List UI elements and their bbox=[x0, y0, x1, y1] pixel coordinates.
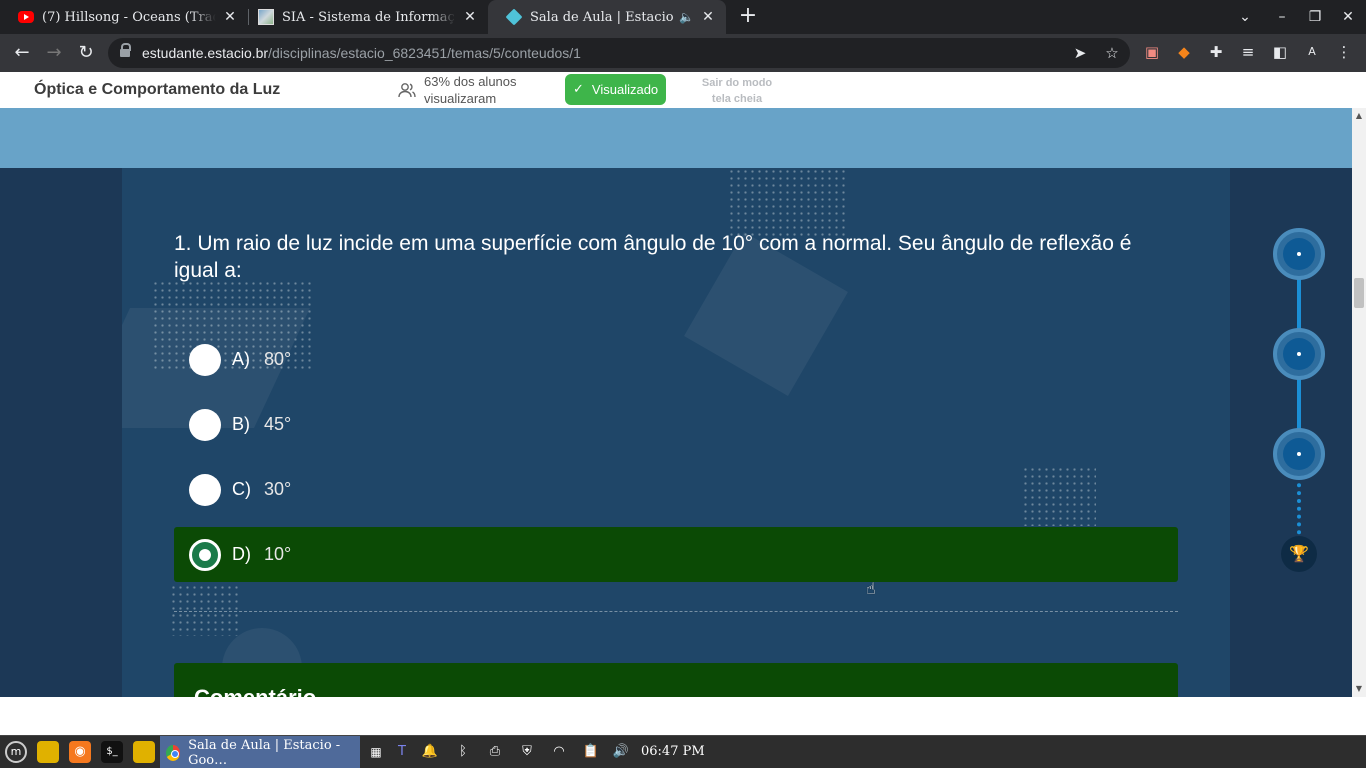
option-letter: C) bbox=[232, 479, 251, 499]
option-letter: D) bbox=[232, 544, 251, 564]
side-panel-icon[interactable]: ◧ bbox=[1270, 42, 1290, 62]
web-page: Óptica e Comportamento da Luz 63% dos al… bbox=[0, 72, 1366, 697]
speaker-icon[interactable]: 🔈 bbox=[679, 10, 694, 24]
trophy-icon[interactable]: 🏆 bbox=[1281, 536, 1317, 572]
hand-cursor-icon: ☝ bbox=[866, 579, 876, 598]
taskbar: m ◉ $_ Sala de Aula | Estacio - Goo… ▦ T… bbox=[0, 735, 1366, 768]
progress-step-2[interactable] bbox=[1273, 328, 1325, 380]
course-title: Óptica e Comportamento da Luz bbox=[34, 81, 281, 98]
clock[interactable]: 06:47 PM bbox=[641, 744, 705, 759]
tab-strip: (7) Hillsong - Oceans (Tradução / ✕ SIA … bbox=[0, 0, 1366, 34]
radio-button[interactable] bbox=[189, 408, 221, 441]
browser-bottom-area bbox=[0, 697, 1366, 735]
progress-step-1[interactable] bbox=[1273, 228, 1325, 280]
option-letter: A) bbox=[232, 349, 250, 369]
scroll-up-icon[interactable]: ▲ bbox=[1355, 111, 1363, 120]
tab-title: (7) Hillsong - Oceans (Tradução / bbox=[42, 9, 216, 25]
estacio-icon bbox=[505, 8, 523, 26]
option-text: 80° bbox=[264, 349, 292, 369]
views-percentage: 63% dos alunos visualizaram bbox=[424, 74, 517, 106]
progress-step-3[interactable] bbox=[1273, 428, 1325, 480]
tab-title: SIA - Sistema de Informações Ac bbox=[282, 9, 456, 25]
taskbar-window-title: Sala de Aula | Estacio - Goo… bbox=[188, 737, 341, 768]
progress-sidebar: 🏆 bbox=[1230, 168, 1352, 697]
extensions-puzzle-icon[interactable]: ✚ bbox=[1206, 42, 1226, 62]
volume-icon[interactable]: 🔊 bbox=[610, 741, 632, 763]
shield-icon[interactable]: ⛨ bbox=[516, 741, 538, 763]
option-letter: B) bbox=[232, 414, 250, 434]
tab-youtube[interactable]: (7) Hillsong - Oceans (Tradução / ✕ bbox=[0, 0, 248, 34]
exit-fullscreen-link[interactable]: Sair do modo tela cheia bbox=[692, 75, 782, 107]
profile-avatar-icon[interactable]: A bbox=[1302, 42, 1322, 62]
back-button[interactable]: ← bbox=[10, 41, 34, 65]
lock-icon[interactable] bbox=[120, 43, 131, 58]
clipboard-icon[interactable]: 📋 bbox=[580, 741, 602, 763]
firefox-icon[interactable]: ◉ bbox=[69, 741, 91, 763]
youtube-icon bbox=[18, 11, 34, 23]
content-banner bbox=[0, 108, 1352, 168]
bluetooth-icon[interactable]: ᛒ bbox=[452, 741, 474, 763]
option-a[interactable]: A) 80° bbox=[174, 332, 1178, 387]
forward-button[interactable]: → bbox=[42, 41, 66, 65]
decorative-dots bbox=[170, 584, 242, 636]
tab-sala-de-aula[interactable]: Sala de Aula | Estacio 🔈 ✕ bbox=[488, 0, 726, 34]
radio-button[interactable] bbox=[189, 473, 221, 506]
url-path: /disciplinas/estacio_6823451/temas/5/con… bbox=[268, 45, 581, 61]
send-icon[interactable]: ➤ bbox=[1070, 43, 1090, 63]
folder-icon[interactable] bbox=[133, 741, 155, 763]
close-tab-icon[interactable]: ✕ bbox=[700, 9, 716, 25]
reload-button[interactable]: ↻ bbox=[74, 41, 98, 65]
tab-search-icon[interactable]: ⌄ bbox=[1233, 6, 1257, 28]
option-text: 45° bbox=[264, 414, 292, 434]
menu-icon[interactable]: m bbox=[5, 741, 27, 763]
radio-button-checked[interactable] bbox=[189, 538, 221, 571]
comment-box: Comentário bbox=[174, 663, 1178, 697]
new-tab-button[interactable]: + bbox=[736, 5, 760, 28]
media-control-icon[interactable]: ≡ bbox=[1238, 42, 1258, 62]
option-c[interactable]: C) 30° bbox=[174, 462, 1178, 517]
question-panel: 1. Um raio de luz incide em uma superfíc… bbox=[122, 168, 1230, 697]
scrollbar-thumb[interactable] bbox=[1354, 278, 1364, 308]
taskbar-window-chrome[interactable]: Sala de Aula | Estacio - Goo… bbox=[160, 736, 360, 768]
visualizado-button[interactable]: ✓ Visualizado bbox=[565, 74, 667, 105]
comment-title: Comentário bbox=[194, 685, 316, 697]
wifi-icon[interactable]: ◠ bbox=[548, 741, 570, 763]
option-text: 30° bbox=[264, 479, 292, 499]
question-text: 1. Um raio de luz incide em uma superfíc… bbox=[174, 232, 1132, 282]
address-bar[interactable]: estudante.estacio.br/disciplinas/estacio… bbox=[108, 38, 1130, 68]
menu-kebab-icon[interactable]: ⋮ bbox=[1334, 42, 1354, 62]
teams-icon[interactable]: T bbox=[391, 741, 413, 763]
sia-icon bbox=[258, 9, 274, 25]
check-icon: ✓ bbox=[573, 82, 584, 97]
maximize-button[interactable]: ❐ bbox=[1303, 6, 1327, 28]
option-text: 10° bbox=[264, 544, 292, 564]
page-scrollbar[interactable]: ▲ ▼ bbox=[1352, 108, 1366, 697]
scroll-down-icon[interactable]: ▼ bbox=[1355, 684, 1363, 693]
radio-button[interactable] bbox=[189, 343, 221, 376]
metamask-icon[interactable]: ◆ bbox=[1174, 42, 1194, 62]
chrome-icon bbox=[166, 744, 181, 761]
update-icon[interactable]: ⎙ bbox=[484, 741, 506, 763]
option-d[interactable]: D) 10° bbox=[174, 527, 1178, 582]
close-tab-icon[interactable]: ✕ bbox=[462, 9, 478, 25]
close-tab-icon[interactable]: ✕ bbox=[222, 9, 238, 25]
notifications-icon[interactable]: 🔔 bbox=[419, 741, 441, 763]
dashed-divider bbox=[174, 611, 1178, 612]
lesson-header: Óptica e Comportamento da Luz 63% dos al… bbox=[0, 72, 1352, 108]
minimize-button[interactable]: – bbox=[1270, 6, 1294, 28]
tab-sia[interactable]: SIA - Sistema de Informações Ac ✕ bbox=[240, 0, 488, 34]
decorative-dots bbox=[728, 168, 846, 238]
terminal-icon[interactable]: $_ bbox=[101, 741, 123, 763]
files-icon[interactable] bbox=[37, 741, 59, 763]
url-host: estudante.estacio.br bbox=[142, 45, 269, 61]
users-icon bbox=[398, 83, 416, 98]
calculator-icon[interactable]: ▦ bbox=[365, 741, 387, 763]
extension-icon[interactable]: ▣ bbox=[1142, 42, 1162, 62]
option-b[interactable]: B) 45° bbox=[174, 397, 1178, 452]
url-text[interactable]: estudante.estacio.br/disciplinas/estacio… bbox=[142, 45, 581, 61]
tab-title: Sala de Aula | Estacio bbox=[530, 9, 674, 25]
close-window-button[interactable]: ✕ bbox=[1336, 6, 1360, 28]
visualizado-label: Visualizado bbox=[591, 82, 659, 97]
bookmark-star-icon[interactable]: ☆ bbox=[1102, 43, 1122, 63]
